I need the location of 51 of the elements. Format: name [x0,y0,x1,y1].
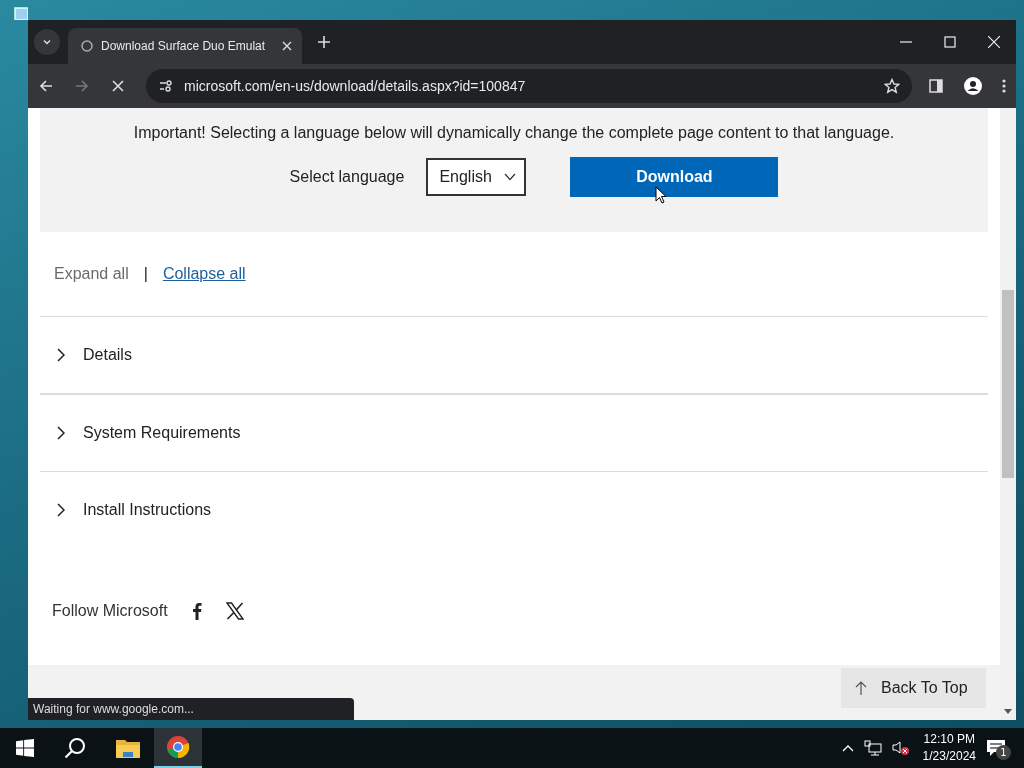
clock-date[interactable]: 1/23/2024 [922,748,976,765]
menu-icon[interactable] [1002,78,1006,94]
site-settings-icon[interactable] [158,78,174,94]
notice-text: Important! Selecting a language below will dynamically change the complete page content to that language. [133,124,895,142]
clock-time[interactable]: 12:10 PM [923,731,975,748]
close-icon[interactable] [282,41,292,51]
expand-all-link[interactable]: Expand all [54,265,129,283]
network-icon[interactable] [863,740,882,756]
scrollbar-thumb[interactable] [1002,290,1014,478]
chrome-icon [166,735,190,759]
maximize-icon[interactable] [944,36,956,48]
search-icon[interactable] [64,737,86,759]
globe-icon [80,39,94,53]
select-language-label: Select language [289,168,405,186]
muted-speaker-icon[interactable] [891,740,910,756]
scroll-down-icon[interactable] [1004,709,1012,714]
windows-start-icon[interactable] [16,739,34,757]
language-select[interactable]: English [426,158,527,196]
chevron-down-icon [42,37,52,47]
side-panel-icon[interactable] [928,78,944,94]
collapse-all-link[interactable]: Collapse all [162,265,246,283]
status-bubble: Waiting for www.google.com... [28,698,354,720]
notification-count: 1 [996,745,1011,760]
facebook-icon[interactable] [191,602,202,620]
follow-label: Follow Microsoft [52,602,168,620]
star-icon[interactable] [884,78,900,94]
close-icon[interactable] [988,36,1000,48]
accordion-section[interactable]: Details [40,316,988,394]
back-icon[interactable] [38,78,54,94]
stop-icon[interactable] [110,78,126,94]
folder-icon[interactable] [116,738,140,758]
taskbar-app-button[interactable] [154,728,202,768]
profile-icon[interactable] [964,77,982,95]
chevron-up-icon[interactable] [841,744,854,752]
tab-title: Download Surface Duo Emulat [101,39,267,53]
url-text: microsoft.com/en-us/download/details.aspx?id=100847 [184,78,527,94]
scrollbar[interactable] [1000,108,1016,720]
x-logo-icon[interactable] [225,602,244,620]
download-button[interactable]: Download [570,157,779,197]
back-to-top-button[interactable]: Back To Top [841,668,986,708]
chevron-down-icon [504,173,517,181]
browser-tab[interactable]: Download Surface Duo Emulat [68,28,302,64]
mouse-pointer-icon [655,186,667,204]
forward-icon[interactable] [74,78,90,94]
plus-icon[interactable] [318,36,330,48]
notifications-button[interactable]: 1 [986,728,1016,768]
arrow-up-icon [855,681,867,695]
address-bar[interactable]: microsoft.com/en-us/download/details.aspx?id=100847 [146,69,912,103]
separator-text: | [143,265,148,283]
accordion-section[interactable]: Install Instructions [40,471,988,548]
accordion-section[interactable]: System Requirements [40,394,988,471]
